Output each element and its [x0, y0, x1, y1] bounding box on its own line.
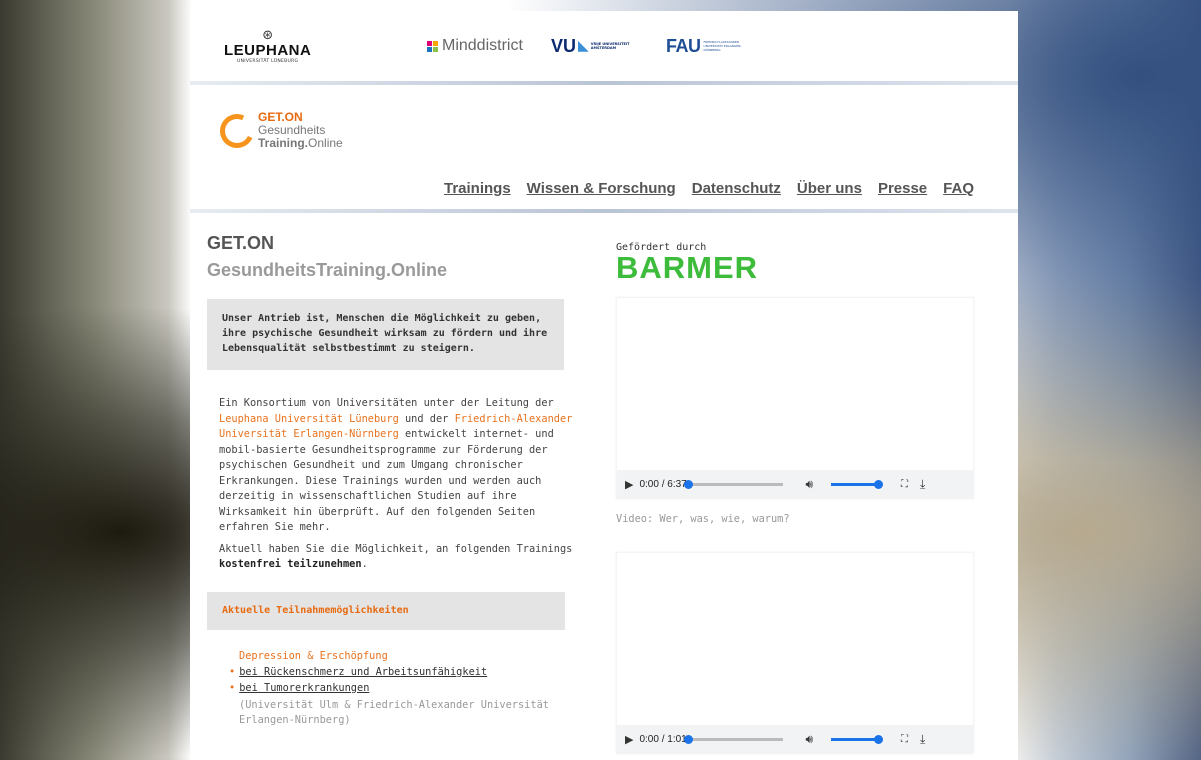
- video-time: 0:00 / 6:37: [639, 478, 687, 490]
- minddistrict-name: Minddistrict: [442, 37, 523, 54]
- nav-datenschutz[interactable]: Datenschutz: [692, 180, 781, 197]
- opportunities-heading: Aktuelle Teilnahmemöglichkeiten: [207, 591, 565, 630]
- offer-text: Aktuell haben Sie die Möglichkeit, an fo…: [219, 542, 573, 555]
- offer-paragraph: Aktuell haben Sie die Möglichkeit, an fo…: [219, 542, 581, 573]
- logo-line-3b: Online: [308, 136, 343, 150]
- right-column: Gefördert durch BARMER ▶ 0:00 / 6:37 🔊︎ …: [616, 213, 974, 754]
- page-subtitle: GesundheitsTraining.Online: [207, 260, 448, 280]
- partner-logos-bar: ⊛ LEUPHANA UNIVERSITÄT LÜNEBURG Minddist…: [190, 11, 1018, 81]
- minddistrict-logo[interactable]: Minddistrict: [427, 11, 523, 81]
- mission-statement: Unser Antrieb ist, Menschen die Möglichk…: [207, 299, 564, 370]
- seek-bar[interactable]: [684, 479, 784, 489]
- volume-knob[interactable]: [874, 479, 884, 489]
- leuphana-icon: ⊛: [262, 27, 274, 43]
- volume-slider[interactable]: [831, 479, 884, 489]
- logo-line-3: Training.Online: [258, 137, 343, 150]
- volume-icon[interactable]: 🔊︎: [805, 477, 813, 492]
- barmer-logo[interactable]: BARMER: [616, 252, 972, 283]
- fau-logo[interactable]: FAU FRIEDRICH-ALEXANDER UNIVERSITÄT ERLA…: [666, 11, 744, 81]
- fau-subtitle: FRIEDRICH-ALEXANDER UNIVERSITÄT ERLANGEN…: [703, 40, 742, 52]
- play-icon[interactable]: ▶: [625, 478, 633, 491]
- list-item: • bei Rückenschmerz und Arbeitsunfähigkei…: [229, 666, 583, 678]
- nav-ueber-uns[interactable]: Über uns: [797, 180, 862, 197]
- volume-knob[interactable]: [874, 734, 884, 744]
- geton-logo-icon: [215, 108, 259, 153]
- download-icon[interactable]: ⤓: [920, 732, 925, 747]
- leuphana-name: LEUPHANA: [224, 41, 312, 59]
- minddistrict-icon: [427, 40, 438, 52]
- logo-line-3a: Training.: [258, 136, 309, 150]
- volume-icon[interactable]: 🔊︎: [805, 732, 813, 747]
- intro-paragraph: Ein Konsortium von Universitäten unter d…: [219, 396, 581, 536]
- university-note: (Universität Ulm & Friedrich-Alexander U…: [239, 698, 549, 727]
- vu-subtitle: VRIJE UNIVERSITEIT AMSTERDAM: [590, 42, 630, 50]
- volume-slider[interactable]: [831, 734, 884, 744]
- site-header: GET.ON Gesundheits Training.Online Train…: [190, 85, 1018, 209]
- nav-wissen-forschung[interactable]: Wissen & Forschung: [527, 180, 676, 197]
- vu-logo[interactable]: VU ◣ VRIJE UNIVERSITEIT AMSTERDAM: [551, 11, 631, 81]
- leuphana-link[interactable]: Leuphana Universität Lüneburg: [219, 413, 399, 425]
- intro-text-b: und der: [398, 412, 455, 425]
- fullscreen-icon[interactable]: ⛶: [901, 479, 908, 490]
- play-icon[interactable]: ▶: [625, 733, 633, 746]
- nav-presse[interactable]: Presse: [878, 180, 927, 197]
- page: ⊛ LEUPHANA UNIVERSITÄT LÜNEBURG Minddist…: [190, 11, 1018, 760]
- category-depression: Depression & Erschöpfung: [239, 649, 388, 662]
- video-player-1[interactable]: ▶ 0:00 / 6:37 🔊︎ ⛶ ⤓: [616, 297, 974, 499]
- leuphana-subtitle: UNIVERSITÄT LÜNEBURG: [237, 58, 299, 64]
- training-link-tumor[interactable]: bei Tumorerkrankungen: [239, 682, 369, 694]
- nav-faq[interactable]: FAQ: [943, 180, 974, 197]
- video-time: 0:00 / 1:01: [639, 733, 687, 745]
- intro-text-a: Ein Konsortium von Universitäten unter d…: [219, 397, 554, 409]
- vu-wing-icon: ◣: [578, 38, 589, 54]
- video-player-2[interactable]: ▶ 0:00 / 1:01 🔊︎ ⛶ ⤓: [616, 552, 974, 754]
- video-caption: Video: Wer, was, wie, warum?: [616, 513, 790, 525]
- main-nav: Trainings Wissen & Forschung Datenschutz…: [428, 180, 974, 197]
- page-title: GET.ON: [207, 233, 275, 253]
- geton-logo[interactable]: GET.ON Gesundheits Training.Online: [215, 108, 343, 153]
- seek-knob[interactable]: [684, 734, 694, 744]
- nav-trainings[interactable]: Trainings: [444, 180, 511, 197]
- list-item: • bei Tumorerkrankungen: [229, 682, 583, 694]
- left-column: GET.ON GesundheitsTraining.Online Unser …: [207, 213, 583, 729]
- video-controls: ▶ 0:00 / 6:37 🔊︎ ⛶ ⤓: [617, 470, 973, 498]
- bullet-icon: •: [229, 665, 236, 678]
- main-content: GET.ON GesundheitsTraining.Online Unser …: [190, 213, 1018, 754]
- download-icon[interactable]: ⤓: [920, 477, 925, 492]
- seek-bar[interactable]: [684, 734, 784, 744]
- bullet-icon: •: [229, 681, 236, 694]
- intro-text-c: entwickelt internet- und mobil-basierte …: [219, 428, 554, 533]
- video-controls: ▶ 0:00 / 1:01 🔊︎ ⛶ ⤓: [617, 725, 973, 753]
- offer-bold: kostenfrei teilzunehmen: [219, 558, 362, 570]
- vu-name: VU: [551, 35, 577, 56]
- training-link-rueckenschmerz[interactable]: bei Rückenschmerz und Arbeitsunfähigkeit: [239, 666, 487, 678]
- leuphana-logo[interactable]: ⊛ LEUPHANA UNIVERSITÄT LÜNEBURG: [224, 11, 311, 81]
- offer-end: .: [361, 558, 368, 570]
- seek-knob[interactable]: [684, 479, 694, 489]
- fullscreen-icon[interactable]: ⛶: [901, 734, 908, 745]
- fau-name: FAU: [666, 35, 701, 56]
